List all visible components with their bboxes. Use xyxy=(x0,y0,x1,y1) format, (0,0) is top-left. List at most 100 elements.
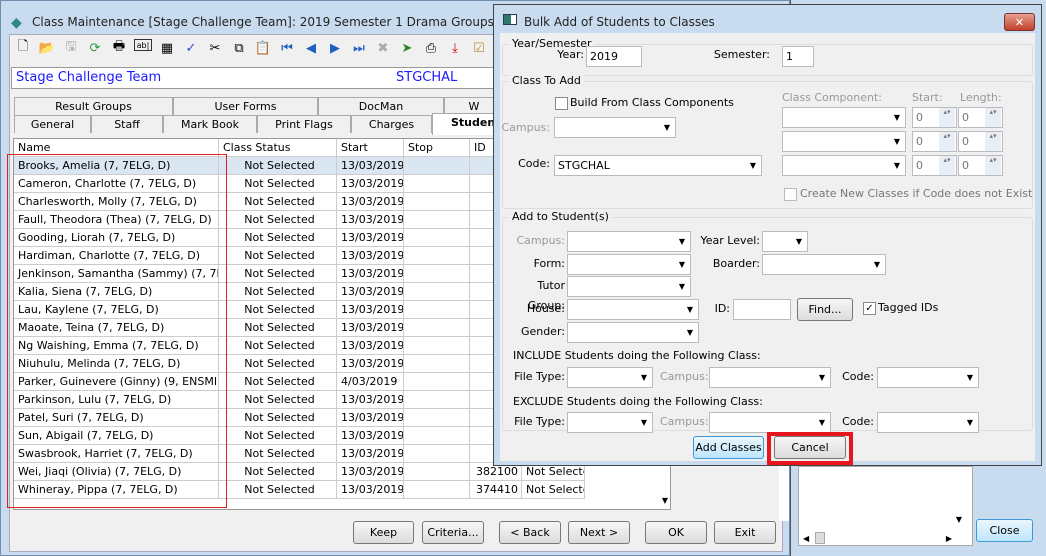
horizontal-scrollbar-thumb[interactable] xyxy=(815,532,825,544)
add-classes-button[interactable]: Add Classes xyxy=(693,436,764,459)
col-start[interactable]: Start xyxy=(337,139,404,157)
cell-status: Not Selected xyxy=(522,481,585,499)
keep-button[interactable]: Keep xyxy=(353,521,414,544)
campus-select[interactable] xyxy=(554,117,676,138)
cell-start: 13/03/2019 xyxy=(337,247,404,265)
tagged-ids-checkbox[interactable]: ✓ xyxy=(863,302,876,315)
exclude-campus-label: Campus: xyxy=(660,415,709,428)
next-button[interactable]: Next > xyxy=(568,521,630,544)
criteria-button[interactable]: Criteria... xyxy=(422,521,484,544)
boarder-select[interactable] xyxy=(762,254,886,275)
exit-button[interactable]: Exit xyxy=(714,521,776,544)
create-new-classes-checkbox[interactable] xyxy=(784,188,797,201)
class-component-select-1[interactable] xyxy=(782,107,906,128)
exclude-code-select[interactable] xyxy=(877,412,979,433)
tab-print-flags[interactable]: Print Flags xyxy=(257,115,351,133)
tab-mark-book[interactable]: Mark Book xyxy=(163,115,257,133)
next-record-icon[interactable]: ▶ xyxy=(326,39,344,57)
exclude-file-type-select[interactable] xyxy=(567,412,653,433)
cut-icon[interactable]: ✂ xyxy=(206,39,224,57)
cancel-button[interactable]: Cancel xyxy=(774,436,846,459)
class-component-select-2[interactable] xyxy=(782,131,906,152)
checklist-icon[interactable]: ☑ xyxy=(470,39,488,57)
id-input[interactable] xyxy=(733,299,791,320)
cell-stop xyxy=(404,409,470,427)
new-icon[interactable]: 🗋 xyxy=(14,39,32,57)
cell-stop xyxy=(404,427,470,445)
build-from-components-label: Build From Class Components xyxy=(570,96,734,109)
scroll-left-icon[interactable]: ◀ xyxy=(803,534,809,543)
cell-start: 13/03/2019 xyxy=(337,229,404,247)
tab-general[interactable]: General xyxy=(14,115,91,133)
scroll-down-icon[interactable]: ▼ xyxy=(956,515,962,524)
semester-input[interactable]: 1 xyxy=(782,46,814,67)
length-spinner-2[interactable]: 0 xyxy=(958,131,1003,152)
close-button[interactable]: Close xyxy=(976,519,1033,542)
include-campus-label: Campus: xyxy=(660,370,709,383)
paste-icon[interactable]: 📋 xyxy=(254,39,272,57)
col-stop[interactable]: Stop xyxy=(404,139,470,157)
exclude-heading: EXCLUDE Students doing the Following Cla… xyxy=(513,395,763,408)
find-button[interactable]: Find... xyxy=(797,298,853,321)
scroll-down-icon[interactable]: ▼ xyxy=(662,496,668,505)
tab-staff[interactable]: Staff xyxy=(91,115,163,133)
back-button[interactable]: < Back xyxy=(499,521,561,544)
tab-user-forms[interactable]: User Forms xyxy=(173,97,318,115)
student-campus-select[interactable] xyxy=(567,231,691,252)
ok-button[interactable]: OK xyxy=(645,521,707,544)
previous-record-icon[interactable]: ◀ xyxy=(302,39,320,57)
class-component-select-3[interactable] xyxy=(782,155,906,176)
approve-icon[interactable]: ⎙ xyxy=(422,39,440,57)
cell-start: 13/03/2019 xyxy=(337,427,404,445)
print-icon[interactable]: 🖶 xyxy=(110,39,128,57)
include-file-type-select[interactable] xyxy=(567,367,653,388)
refresh-icon[interactable]: ⟳ xyxy=(86,39,104,57)
cell-stop xyxy=(404,445,470,463)
cell-class-status: Not Selected xyxy=(219,157,337,175)
code-label: Code: xyxy=(518,157,550,170)
go-icon[interactable]: ➤ xyxy=(398,39,416,57)
start-spinner-2[interactable]: 0 xyxy=(912,131,957,152)
cell-class-status: Not Selected xyxy=(219,301,337,319)
save-icon[interactable]: 🖫 xyxy=(62,39,80,57)
tab-charges[interactable]: Charges xyxy=(351,115,432,133)
tutor-group-select[interactable] xyxy=(567,276,691,297)
include-code-select[interactable] xyxy=(877,367,979,388)
dialog-close-button[interactable]: ✕ xyxy=(1004,13,1035,31)
cell-start: 13/03/2019 xyxy=(337,157,404,175)
house-select[interactable] xyxy=(567,299,699,320)
first-record-icon[interactable]: ⏮ xyxy=(278,39,296,57)
length-label: Length: xyxy=(960,91,1002,104)
calculator-icon[interactable]: ▦ xyxy=(158,39,176,57)
cell-class-status: Not Selected xyxy=(219,445,337,463)
col-class-status[interactable]: Class Status xyxy=(219,139,337,157)
gender-select[interactable] xyxy=(567,322,699,343)
cell-start: 13/03/2019 xyxy=(337,391,404,409)
code-select[interactable]: STGCHAL xyxy=(554,155,762,176)
include-code-label: Code: xyxy=(842,370,874,383)
form-select[interactable] xyxy=(567,254,691,275)
open-icon[interactable]: 📂 xyxy=(38,39,56,57)
start-spinner-3[interactable]: 0 xyxy=(912,155,957,176)
right-pane xyxy=(779,461,789,521)
tab-result-groups[interactable]: Result Groups xyxy=(14,97,173,115)
text-field-icon[interactable]: ab| xyxy=(134,39,152,51)
build-from-components-checkbox[interactable] xyxy=(555,97,568,110)
year-input[interactable]: 2019 xyxy=(586,46,642,67)
tab-docman[interactable]: DocMan xyxy=(318,97,444,115)
last-record-icon[interactable]: ⏭ xyxy=(350,39,368,57)
delete-icon[interactable]: ✖ xyxy=(374,39,392,57)
semester-label: Semester: xyxy=(713,48,770,61)
cell-stop xyxy=(404,175,470,193)
year-level-select[interactable] xyxy=(762,231,808,252)
create-new-classes-label: Create New Classes if Code does not Exis… xyxy=(800,187,1033,200)
scroll-right-icon[interactable]: ▶ xyxy=(946,534,952,543)
length-spinner-1[interactable]: 0 xyxy=(958,107,1003,128)
import-icon[interactable]: ⤓ xyxy=(446,39,464,57)
start-spinner-1[interactable]: 0 xyxy=(912,107,957,128)
copy-icon[interactable]: ⧉ xyxy=(230,39,248,57)
include-campus-select[interactable] xyxy=(709,367,831,388)
spellcheck-icon[interactable]: ✓ xyxy=(182,39,200,57)
length-spinner-3[interactable]: 0 xyxy=(958,155,1003,176)
exclude-campus-select[interactable] xyxy=(709,412,831,433)
